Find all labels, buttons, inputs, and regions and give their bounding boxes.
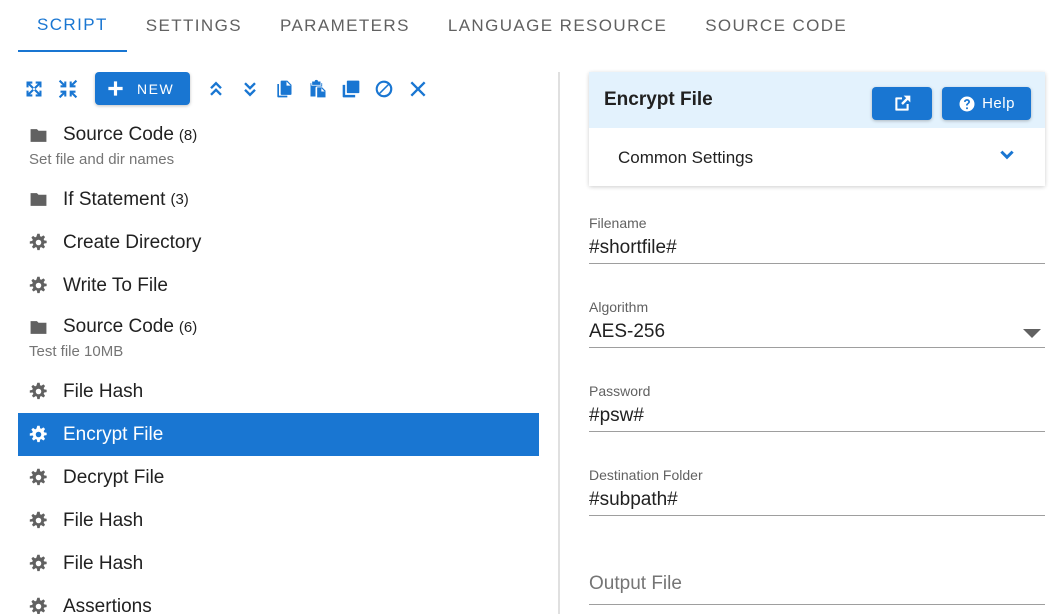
filename-field-wrap — [589, 233, 1045, 264]
algorithm-label: Algorithm — [589, 299, 649, 315]
password-field-group: Password — [589, 383, 1045, 432]
filename-field[interactable] — [589, 234, 1045, 262]
filename-label: Filename — [589, 215, 647, 231]
copy-icon[interactable] — [274, 79, 294, 99]
filename-field-group: Filename — [589, 215, 1045, 264]
open-external-button[interactable] — [872, 87, 932, 120]
plus-icon — [108, 81, 123, 96]
destination-folder-field[interactable] — [589, 486, 1045, 514]
tree-item-file-hash[interactable]: File Hash — [18, 370, 539, 413]
tree-item-label: File Hash — [63, 380, 144, 402]
paste-icon[interactable] — [308, 79, 328, 99]
tree-item-label: Source Code — [63, 316, 174, 337]
output-file-placeholder: Output File — [589, 573, 682, 594]
tree-item-label: File Hash — [63, 552, 144, 574]
gear-icon — [29, 233, 48, 252]
tree-item-count: (3) — [170, 191, 189, 208]
tree-toolbar: NEW — [18, 72, 539, 106]
script-tree-panel: NEW Source Code (8) Set file and dir nam… — [18, 72, 539, 614]
password-label: Password — [589, 383, 651, 399]
common-settings-expander[interactable]: Common Settings — [589, 128, 1045, 186]
move-up-icon[interactable] — [206, 79, 226, 99]
destination-field-group: Destination Folder — [589, 467, 1045, 516]
tree-item-description: Set file and dir names — [29, 151, 175, 168]
tree-item-label: Decrypt File — [63, 466, 165, 488]
chevron-down-icon[interactable] — [997, 146, 1017, 166]
help-button[interactable]: Help — [942, 87, 1031, 120]
tree-item-source-code[interactable]: Source Code (8) — [18, 115, 539, 155]
tree-item-count: (8) — [178, 126, 198, 144]
common-settings-label: Common Settings — [618, 148, 754, 167]
tree-item-decrypt-file[interactable]: Decrypt File — [18, 456, 539, 499]
tree-item-label: File Hash — [63, 509, 144, 531]
help-button-label: Help — [982, 95, 1015, 112]
password-field-wrap — [589, 401, 1045, 432]
disable-icon[interactable] — [374, 79, 394, 99]
output-file-field[interactable]: Output File — [589, 572, 1045, 605]
tree-item-label: Create Directory — [63, 231, 202, 253]
algorithm-field-group: Algorithm AES-256 — [589, 299, 1045, 348]
folder-icon — [29, 126, 48, 145]
collapse-all-icon[interactable] — [58, 79, 78, 99]
gear-icon — [29, 554, 48, 573]
new-button-label: NEW — [137, 80, 175, 97]
password-field[interactable] — [589, 402, 1045, 430]
tree-item-description: Test file 10MB — [29, 343, 124, 360]
script-tree: Source Code (8) Set file and dir names I… — [18, 115, 539, 614]
folder-icon — [29, 190, 48, 209]
tab-language-resource[interactable]: LANGUAGE RESOURCE — [429, 0, 686, 52]
destination-folder-label: Destination Folder — [589, 467, 703, 483]
destination-field-wrap — [589, 485, 1045, 516]
expand-all-icon[interactable] — [24, 79, 44, 99]
algorithm-selected-value: AES-256 — [589, 321, 666, 342]
tree-item-create-directory[interactable]: Create Directory — [18, 221, 539, 264]
duplicate-icon[interactable] — [341, 79, 361, 99]
tab-source-code[interactable]: SOURCE CODE — [686, 0, 866, 52]
gear-icon — [29, 382, 48, 401]
gear-icon — [29, 468, 48, 487]
action-title: Encrypt File — [604, 89, 713, 110]
tree-item-label: Encrypt File — [63, 423, 164, 445]
tree-item-file-hash-3[interactable]: File Hash — [18, 542, 539, 585]
tree-item-source-code-2[interactable]: Source Code (6) — [18, 307, 539, 347]
tree-item-count: (6) — [178, 318, 198, 336]
tab-parameters[interactable]: PARAMETERS — [261, 0, 429, 52]
tree-item-assertions[interactable]: Assertions — [18, 585, 539, 614]
algorithm-select[interactable]: AES-256 — [589, 317, 1045, 348]
tree-item-encrypt-file[interactable]: Encrypt File — [18, 413, 539, 456]
tab-script[interactable]: SCRIPT — [18, 0, 127, 52]
delete-icon[interactable] — [408, 79, 428, 99]
folder-icon — [29, 318, 48, 337]
tree-item-label: If Statement — [63, 188, 166, 210]
tree-item-label: Write To File — [63, 274, 168, 296]
tree-item-if-statement[interactable]: If Statement (3) — [18, 178, 539, 221]
tree-item-file-hash-2[interactable]: File Hash — [18, 499, 539, 542]
tab-settings[interactable]: SETTINGS — [127, 0, 261, 52]
tree-item-write-to-file[interactable]: Write To File — [18, 264, 539, 307]
gear-icon — [29, 597, 48, 614]
action-header: Encrypt File Help — [589, 72, 1045, 128]
gear-icon — [29, 425, 48, 444]
gear-icon — [29, 276, 48, 295]
tree-item-label: Source Code — [63, 124, 174, 145]
panel-divider[interactable] — [558, 72, 560, 614]
tree-item-label: Assertions — [63, 595, 152, 614]
tab-bar: SCRIPT SETTINGS PARAMETERS LANGUAGE RESO… — [18, 0, 866, 52]
dropdown-arrow-icon[interactable] — [1023, 329, 1041, 338]
external-link-icon — [895, 95, 911, 111]
properties-panel: Encrypt File Help Common Settings Filena… — [589, 72, 1045, 614]
help-icon — [959, 96, 975, 111]
action-header-card: Encrypt File Help Common Settings — [589, 72, 1045, 186]
move-down-icon[interactable] — [240, 79, 260, 99]
gear-icon — [29, 511, 48, 530]
new-button[interactable]: NEW — [95, 72, 190, 105]
